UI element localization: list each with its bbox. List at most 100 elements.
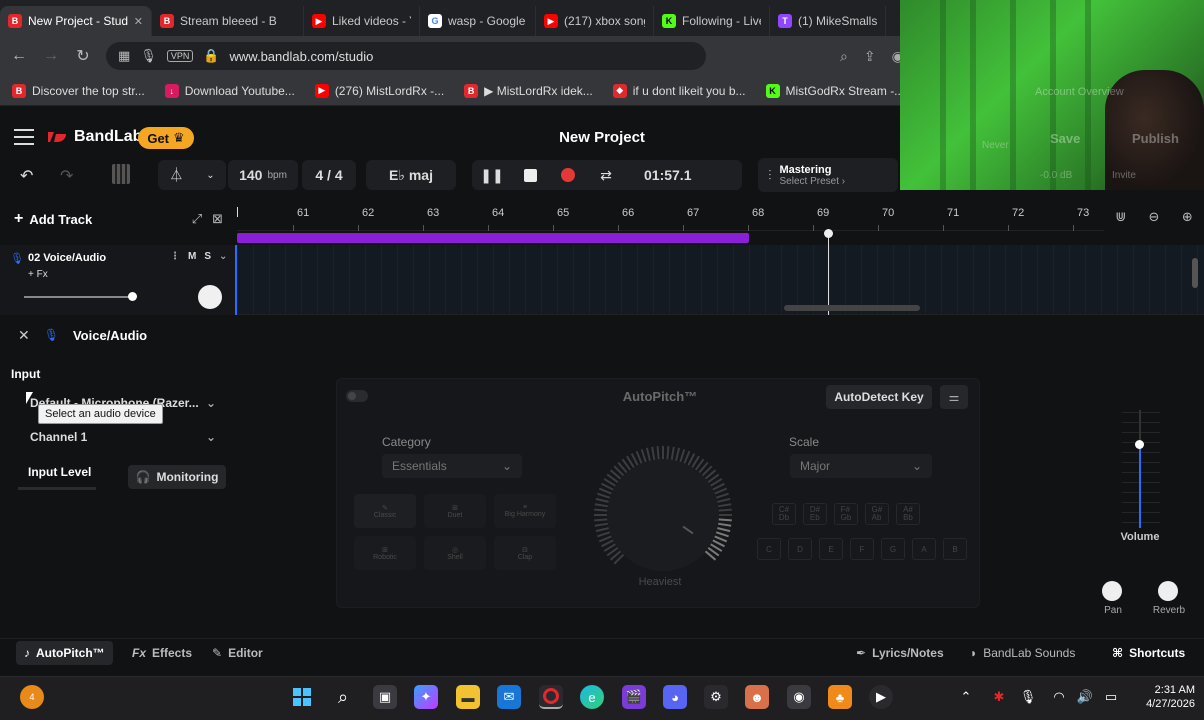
track-lane[interactable] [237, 245, 1204, 315]
preset-classic[interactable]: ✎ Classic [354, 494, 416, 528]
opera-icon[interactable] [539, 685, 563, 709]
record-icon[interactable] [548, 168, 588, 182]
horizontal-scrollbar[interactable] [784, 305, 920, 311]
tab-stream-bleeed[interactable]: B Stream bleeed - B [152, 6, 304, 36]
mastering-button[interactable]: ⫶ Mastering Select Preset › [758, 158, 898, 192]
track-name[interactable]: 02 Voice/Audio [28, 252, 106, 264]
loop-start-marker[interactable] [237, 207, 238, 217]
bookmark-item[interactable]: B Discover the top str... [12, 83, 145, 98]
magnet-icon[interactable]: ⋓ [1115, 209, 1126, 225]
file-explorer-icon[interactable]: ▬ [456, 685, 480, 709]
edge-icon[interactable]: e [580, 685, 604, 709]
autopitch-dial-knob[interactable] [607, 459, 719, 571]
close-icon[interactable]: ✕ [18, 327, 30, 344]
bookmark-item[interactable]: ↓ Download Youtube... [164, 83, 295, 98]
zoom-out-icon[interactable]: ⊖ [1149, 209, 1160, 225]
solo-button[interactable]: S [204, 251, 211, 262]
hamburger-menu-icon[interactable] [14, 129, 34, 145]
undo-icon[interactable]: ↶ [20, 166, 33, 186]
category-select[interactable]: Essentials ⌄ [382, 454, 522, 478]
bookmark-item[interactable]: ▶ (276) MistLordRx -... [314, 83, 444, 98]
track-volume-slider[interactable] [24, 296, 134, 298]
weather-icon[interactable]: 4 [20, 685, 44, 709]
get-membership-button[interactable]: Get ♛ [138, 127, 194, 149]
sharp-key-button[interactable]: D# Eb [803, 503, 827, 525]
add-fx-button[interactable]: + Fx [28, 269, 48, 280]
tab-editor[interactable]: ✎ Editor [204, 641, 271, 665]
more-options-icon[interactable]: ⋮ [170, 251, 180, 262]
media-player-icon[interactable]: ▶ [869, 685, 893, 709]
sharp-key-button[interactable]: A# Bb [896, 503, 920, 525]
game-icon[interactable]: ☻ [745, 685, 769, 709]
tool-icon[interactable]: ⤢ [192, 211, 202, 227]
sharp-key-button[interactable]: G# Ab [865, 503, 889, 525]
playhead[interactable] [828, 231, 829, 315]
loop-icon[interactable]: ⇄ [588, 167, 624, 184]
track-volume-thumb[interactable] [128, 292, 137, 301]
track-pan-knob[interactable] [198, 285, 222, 309]
add-track-button[interactable]: + Add Track [14, 210, 92, 228]
bandlab-logo[interactable]: BandLab [46, 128, 142, 146]
share-icon[interactable]: ⇪ [864, 48, 876, 65]
zoom-in-icon[interactable]: ⊕ [1182, 209, 1193, 225]
search-icon[interactable]: ⌕ [331, 685, 355, 709]
tab-mikesmallsjr[interactable]: T (1) MikeSmallsJr [770, 6, 886, 36]
tray-chevron-icon[interactable]: ⌃ [958, 685, 974, 709]
redo-icon[interactable]: ↷ [60, 166, 73, 186]
playhead-handle[interactable] [824, 229, 833, 238]
natural-key-button[interactable]: E [819, 538, 843, 560]
preset-robotic[interactable]: ⊞ Robotic [354, 536, 416, 570]
channel-select[interactable]: Channel 1 ⌄ [20, 425, 226, 449]
time-signature-field[interactable]: 4 / 4 [302, 160, 356, 190]
volume-icon[interactable]: 🔊 [1076, 685, 1094, 709]
wifi-icon[interactable]: ◠ [1050, 685, 1068, 709]
tab-following-live[interactable]: K Following - Live S [654, 6, 770, 36]
sharp-key-button[interactable]: F# Gb [834, 503, 858, 525]
bandlab-sounds-button[interactable]: ◗ BandLab Sounds [962, 641, 1083, 665]
mic-icon[interactable]: 🎙 [140, 48, 157, 64]
settings-icon[interactable]: ⚙ [704, 685, 728, 709]
preset-big-harmony[interactable]: ≡ Big Harmony [494, 494, 556, 528]
scale-select[interactable]: Major ⌄ [790, 454, 932, 478]
reload-icon[interactable]: ↻ [74, 46, 92, 66]
bookmark-item[interactable]: K MistGodRx Stream -... [765, 83, 904, 98]
audio-region[interactable] [237, 233, 749, 243]
tab-liked-videos[interactable]: ▶ Liked videos - You [304, 6, 420, 36]
bookmark-item[interactable]: ◆ if u dont likeit you b... [612, 83, 746, 98]
tab-google-search[interactable]: G wasp - Google Se [420, 6, 536, 36]
autopitch-toggle[interactable] [346, 390, 368, 402]
lyrics-notes-button[interactable]: ✒ Lyrics/Notes [848, 641, 952, 665]
tabs-grid-icon[interactable]: ▦ [118, 48, 130, 64]
vertical-scrollbar[interactable] [1192, 258, 1198, 288]
tab-new-project[interactable]: B New Project - Studio ✕ [0, 6, 152, 36]
close-tab-icon[interactable]: ✕ [134, 15, 143, 28]
clapper-icon[interactable]: 🎬 [622, 685, 646, 709]
metronome-button[interactable]: ⏃ ⌄ [158, 160, 226, 190]
settings-sliders-icon[interactable]: ⚌ [940, 385, 968, 409]
key-field[interactable]: E♭ maj [366, 160, 456, 190]
chevron-down-icon[interactable]: ⌄ [219, 251, 227, 262]
timeline-ruler[interactable]: 61 62 63 64 65 66 67 68 69 70 71 72 73 [237, 203, 1104, 231]
natural-key-button[interactable]: D [788, 538, 812, 560]
tab-xbox-song[interactable]: ▶ (217) xbox song p [536, 6, 654, 36]
natural-key-button[interactable]: G [881, 538, 905, 560]
tab-effects[interactable]: Fx Effects [124, 641, 200, 665]
pause-icon[interactable]: ❚❚ [472, 167, 512, 184]
tray-app-icon[interactable]: ✱ [990, 685, 1008, 709]
tab-autopitch[interactable]: ♪ AutoPitch™ [16, 641, 113, 665]
copilot-icon[interactable]: ✦ [414, 685, 438, 709]
natural-key-button[interactable]: F [850, 538, 874, 560]
preset-duet[interactable]: ⊞ Duet [424, 494, 486, 528]
outlook-icon[interactable]: ✉ [497, 685, 521, 709]
natural-key-button[interactable]: B [943, 538, 967, 560]
reverb-knob[interactable] [1158, 581, 1178, 601]
start-icon[interactable] [290, 685, 314, 709]
mute-button[interactable]: M [188, 251, 196, 262]
bookmark-item[interactable]: B ▶ MistLordRx idek... [464, 83, 593, 98]
sharp-key-button[interactable]: C# Db [772, 503, 796, 525]
vpn-badge[interactable]: VPN [166, 50, 194, 62]
piano-icon[interactable] [112, 164, 130, 184]
forward-icon[interactable]: → [42, 47, 60, 65]
pan-knob[interactable] [1102, 581, 1122, 601]
discord-icon[interactable]: ◕ [663, 685, 687, 709]
